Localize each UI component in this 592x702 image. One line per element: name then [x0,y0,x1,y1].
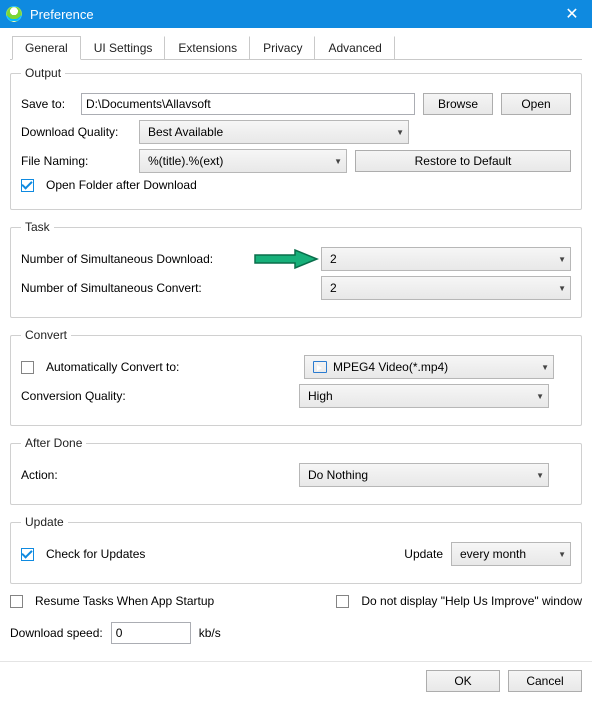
group-output: Output Save to: Browse Open Download Qua… [10,66,582,210]
check-updates-checkbox[interactable] [21,548,34,561]
app-icon [6,6,22,22]
chevron-down-icon: ▼ [530,471,544,480]
ok-button[interactable]: OK [426,670,500,692]
download-quality-value: Best Available [148,125,390,139]
auto-convert-label: Automatically Convert to: [46,360,296,374]
titlebar: Preference ✕ [0,0,592,28]
tab-privacy[interactable]: Privacy [250,36,315,60]
simul-convert-combo[interactable]: 2 ▼ [321,276,571,300]
legend-task: Task [21,220,54,234]
open-folder-checkbox[interactable] [21,179,34,192]
simul-convert-value: 2 [330,281,552,295]
legend-after-done: After Done [21,436,86,450]
download-quality-combo[interactable]: Best Available ▼ [139,120,409,144]
label-save-to: Save to: [21,97,73,111]
simul-download-combo[interactable]: 2 ▼ [321,247,571,271]
simul-download-value: 2 [330,252,552,266]
chevron-down-icon: ▼ [552,255,566,264]
label-simul-convert: Number of Simultaneous Convert: [21,281,221,295]
chevron-down-icon: ▼ [552,550,566,559]
group-convert: Convert Automatically Convert to: MPEG4 … [10,328,582,426]
tab-general[interactable]: General [12,36,81,60]
file-naming-combo[interactable]: %(title).%(ext) ▼ [139,149,347,173]
no-help-label: Do not display "Help Us Improve" window [361,594,582,608]
file-naming-value: %(title).%(ext) [148,154,328,168]
tab-advanced[interactable]: Advanced [315,36,394,60]
update-interval-value: every month [460,547,552,561]
content-area: General UI Settings Extensions Privacy A… [0,28,592,661]
open-button[interactable]: Open [501,93,571,115]
check-updates-label: Check for Updates [46,547,145,561]
tab-ui-settings[interactable]: UI Settings [81,36,166,60]
tab-extensions[interactable]: Extensions [165,36,250,60]
action-value: Do Nothing [308,468,530,482]
annotation-arrow [251,247,321,271]
label-action: Action: [21,468,291,482]
save-to-input[interactable] [81,93,415,115]
legend-convert: Convert [21,328,71,342]
label-download-quality: Download Quality: [21,125,131,139]
group-after-done: After Done Action: Do Nothing ▼ [10,436,582,505]
window-title: Preference [30,7,94,22]
group-task: Task Number of Simultaneous Download: 2 … [10,220,582,318]
label-conv-quality: Conversion Quality: [21,389,291,403]
download-speed-input[interactable] [111,622,191,644]
browse-button[interactable]: Browse [423,93,493,115]
resume-tasks-label: Resume Tasks When App Startup [35,594,214,608]
chevron-down-icon: ▼ [328,157,342,166]
chevron-down-icon: ▼ [535,363,549,372]
label-speed-unit: kb/s [199,626,221,640]
tab-bar: General UI Settings Extensions Privacy A… [10,36,582,60]
convert-format-value: MPEG4 Video(*.mp4) [333,360,535,374]
close-icon[interactable]: ✕ [558,4,586,24]
action-combo[interactable]: Do Nothing ▼ [299,463,549,487]
conv-quality-value: High [308,389,530,403]
resume-tasks-checkbox[interactable] [10,595,23,608]
no-help-checkbox[interactable] [336,595,349,608]
label-update: Update [404,547,443,561]
chevron-down-icon: ▼ [390,128,404,137]
dialog-footer: OK Cancel [0,661,592,702]
video-format-icon [313,361,327,373]
restore-default-button[interactable]: Restore to Default [355,150,571,172]
chevron-down-icon: ▼ [552,284,566,293]
chevron-down-icon: ▼ [530,392,544,401]
update-interval-combo[interactable]: every month ▼ [451,542,571,566]
label-simul-download: Number of Simultaneous Download: [21,252,221,266]
auto-convert-checkbox[interactable] [21,361,34,374]
label-file-naming: File Naming: [21,154,131,168]
open-folder-label: Open Folder after Download [46,178,197,192]
conv-quality-combo[interactable]: High ▼ [299,384,549,408]
legend-update: Update [21,515,68,529]
cancel-button[interactable]: Cancel [508,670,582,692]
group-update: Update Check for Updates Update every mo… [10,515,582,584]
label-download-speed: Download speed: [10,626,103,640]
convert-format-combo[interactable]: MPEG4 Video(*.mp4) ▼ [304,355,554,379]
legend-output: Output [21,66,65,80]
